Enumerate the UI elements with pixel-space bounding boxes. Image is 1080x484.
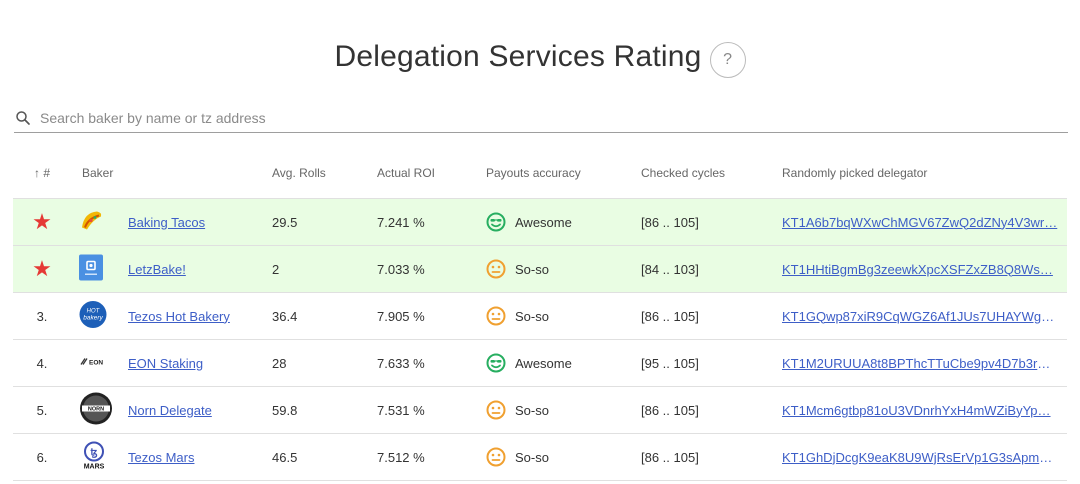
accuracy-label: So-so (515, 449, 549, 465)
payout-accuracy: So-so (486, 259, 549, 279)
rank-number: 6. (36, 449, 48, 465)
accuracy-label: So-so (515, 402, 549, 418)
tezos-mars-logo: ꜩ MARS (79, 441, 109, 474)
table-row: ★ Baking Tacos 29.5 7.241 % Awesome [86 .. 10… (13, 199, 1067, 246)
table-row: 6. ꜩ MARS Tezos Mars 46.5 7.512 % So-so [86 .. … (13, 434, 1067, 481)
delegator-link[interactable]: KT1HHtiBgmBg3zeewkXpcXSFZxZB8Q8Ws… (782, 262, 1058, 277)
accuracy-label: So-so (515, 261, 549, 277)
payout-accuracy: So-so (486, 447, 549, 467)
smile-glasses-icon (486, 212, 515, 232)
rank-number: 3. (36, 308, 48, 324)
neutral-face-icon (486, 400, 515, 420)
checked-cycles-value: [95 .. 105] (641, 355, 699, 371)
norn-logo: NORN (79, 392, 113, 429)
roi-header[interactable]: Actual ROI (377, 166, 435, 180)
accuracy-label: Awesome (515, 355, 572, 371)
hot-bakery-logo: HOT bakery (79, 301, 107, 332)
rank-cell: ★ (13, 258, 71, 280)
avg-rolls-value: 2 (272, 261, 280, 277)
payout-accuracy: Awesome (486, 212, 572, 232)
baker-header[interactable]: Baker (82, 166, 113, 180)
baker-name-link[interactable]: LetzBake! (128, 262, 186, 277)
rank-cell: 4. (13, 356, 71, 371)
table-header: ↑ # Baker Avg. Rolls Actual ROI Payouts … (13, 148, 1067, 199)
accuracy-label: So-so (515, 308, 549, 324)
neutral-face-icon (486, 259, 515, 279)
delegator-link[interactable]: KT1Mcm6gtbp81oU3VDnrhYxH4mWZiByYp… (782, 403, 1058, 418)
eon-logo: EON (79, 356, 109, 371)
payout-accuracy: Awesome (486, 353, 572, 373)
rank-number: 5. (36, 402, 48, 418)
avg-rolls-value: 36.4 (272, 308, 298, 324)
favorite-star-icon[interactable]: ★ (32, 209, 52, 234)
checked-cycles-value: [86 .. 105] (641, 214, 699, 230)
baker-name-link[interactable]: Baking Tacos (128, 215, 205, 230)
smile-glasses-icon (486, 353, 515, 373)
checked-cycles-value: [86 .. 105] (641, 402, 699, 418)
payout-accuracy: So-so (486, 306, 549, 326)
page-header: Delegation Services Rating ? (0, 36, 1080, 78)
baker-name-link[interactable]: Tezos Hot Bakery (128, 309, 230, 324)
letzbake-logo (79, 254, 103, 284)
roi-value: 7.633 % (377, 355, 425, 371)
neutral-face-icon (486, 306, 515, 326)
delegator-header[interactable]: Randomly picked delegator (782, 166, 1058, 180)
rank-number: 4. (36, 355, 48, 371)
search-bar[interactable] (14, 104, 1068, 133)
payout-accuracy: So-so (486, 400, 549, 420)
svg-text:NORN: NORN (88, 407, 104, 413)
help-button[interactable]: ? (709, 42, 746, 78)
baker-name-link[interactable]: Norn Delegate (128, 403, 212, 418)
baker-table: ↑ # Baker Avg. Rolls Actual ROI Payouts … (13, 148, 1067, 481)
svg-text:ꜩ: ꜩ (90, 448, 97, 459)
roi-value: 7.033 % (377, 261, 425, 277)
delegator-link[interactable]: KT1A6b7bqWXwChMGV67ZwQ2dZNy4V3wr… (782, 215, 1058, 230)
checked-cycles-value: [86 .. 105] (641, 449, 699, 465)
accuracy-label: Awesome (515, 214, 572, 230)
avg-rolls-value: 46.5 (272, 449, 298, 465)
avg-rolls-value: 28 (272, 355, 287, 371)
accuracy-header[interactable]: Payouts accuracy (486, 166, 581, 180)
checked-cycles-value: [86 .. 105] (641, 308, 699, 324)
favorite-star-icon[interactable]: ★ (32, 256, 52, 281)
avg-rolls-value: 59.8 (272, 402, 298, 418)
svg-text:bakery: bakery (83, 315, 103, 322)
baker-name-link[interactable]: Tezos Mars (128, 450, 194, 465)
taco-logo (79, 208, 105, 237)
svg-text:EON: EON (89, 360, 103, 367)
rank-cell: 5. (13, 403, 71, 418)
rank-cell: 6. (13, 450, 71, 465)
baker-name-link[interactable]: EON Staking (128, 356, 203, 371)
rank-header-label: # (43, 166, 51, 180)
neutral-face-icon (486, 447, 515, 467)
checked-cycles-value: [84 .. 103] (641, 261, 699, 277)
roi-value: 7.531 % (377, 402, 425, 418)
avg-rolls-value: 29.5 (272, 214, 298, 230)
search-input[interactable] (38, 109, 1068, 127)
rank-cell: ★ (13, 211, 71, 233)
delegator-link[interactable]: KT1GhDjDcgK9eaK8U9WjRsErVp1G3sApm8… (782, 450, 1058, 465)
table-row: 3. HOT bakery Tezos Hot Bakery 36.4 7.905 % So… (13, 293, 1067, 340)
table-row: 4. EON EON Staking 28 7.633 % Awesome [95 .. 1… (13, 340, 1067, 387)
svg-text:MARS: MARS (84, 464, 105, 471)
table-body: ★ Baking Tacos 29.5 7.241 % Awesome [86 .. 10… (13, 199, 1067, 481)
table-row: 5. NORN Norn Delegate 59.8 7.531 % So-so [86 .… (13, 387, 1067, 434)
table-row: ★ LetzBake! 2 7.033 % So-so [84 .. 103] KT1HHt… (13, 246, 1067, 293)
search-icon (16, 111, 30, 125)
delegator-link[interactable]: KT1M2URUUA8t8BPThcTTuCbe9pv4D7b3rR… (782, 356, 1058, 371)
cycles-header[interactable]: Checked cycles (641, 166, 725, 180)
roi-value: 7.905 % (377, 308, 425, 324)
delegator-link[interactable]: KT1GQwp87xiR9CqWGZ6Af1JUs7UHAYWge… (782, 309, 1058, 324)
rank-header[interactable]: ↑ # (13, 166, 71, 180)
sort-arrow-icon[interactable]: ↑ (34, 166, 40, 180)
page-title: Delegation Services Rating (334, 40, 702, 73)
rolls-header[interactable]: Avg. Rolls (272, 166, 326, 180)
roi-value: 7.512 % (377, 449, 425, 465)
roi-value: 7.241 % (377, 214, 425, 230)
rank-cell: 3. (13, 309, 71, 324)
